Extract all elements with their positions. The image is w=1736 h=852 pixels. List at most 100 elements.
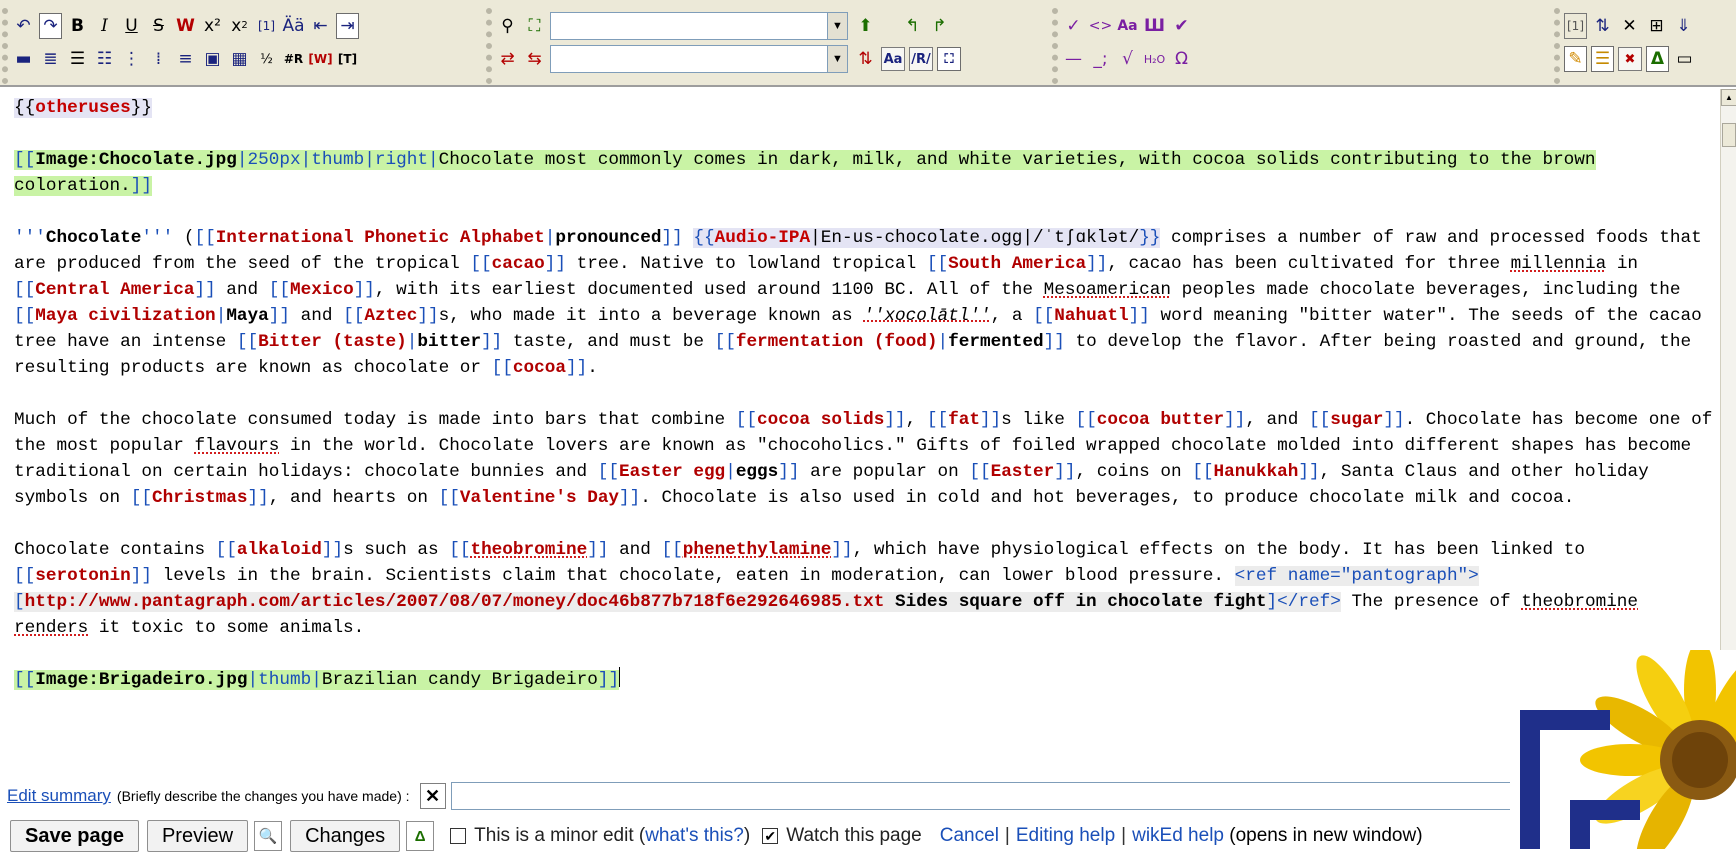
format-toolbar-group: ↶ ↷ B I U S W x² x2 [1] Ää ⇤ ⇥ ▬ ≣ ☰ ☷ ⋮… (2, 8, 480, 84)
image-icon[interactable]: ▣ (201, 46, 224, 72)
bold-icon[interactable]: B (66, 13, 89, 39)
fix-html-icon[interactable]: <> (1089, 13, 1112, 39)
wikitext-editor[interactable]: {{otheruses}} [[Image:Chocolate.jpg|250p… (6, 89, 1718, 769)
fix-chem-icon[interactable]: H₂O (1143, 46, 1166, 72)
editor-paragraph: '''Chocolate''' ([[International Phoneti… (14, 228, 1702, 378)
local-preview-icon[interactable]: 🔍 (254, 821, 283, 851)
fix-units-icon[interactable]: Ω (1170, 46, 1193, 72)
whats-this-link[interactable]: what's this? (645, 825, 744, 846)
template-icon[interactable]: [T] (336, 46, 359, 72)
wiked-help-link[interactable]: wikEd help (1132, 825, 1224, 846)
edit-summary-hint: (Briefly describe the changes you have m… (116, 788, 410, 804)
minor-edit-label: This is a minor edit (what's this?) (474, 825, 751, 846)
scroll-up-icon[interactable]: ▲ (1721, 89, 1736, 106)
jump-icon[interactable]: ↱ (928, 13, 951, 39)
edit-summary-link[interactable]: Edit summary (7, 786, 111, 806)
subscript-icon[interactable]: x2 (228, 13, 251, 39)
search-combo: ▼ (550, 12, 848, 40)
find-next-icon[interactable]: ⬆ (854, 13, 877, 39)
numbered-list-icon[interactable]: ⋮ (120, 46, 143, 72)
diff-icon[interactable]: Δ (1646, 46, 1669, 72)
fix-caps-icon[interactable]: Aa (1116, 13, 1139, 39)
search-input[interactable] (550, 12, 828, 40)
heading-down-icon[interactable]: ≣ (39, 46, 62, 72)
find-prev-icon[interactable]: ↰ (901, 13, 924, 39)
watch-page-checkbox[interactable]: ✔ (762, 828, 779, 844)
fix-punctuation-icon[interactable]: _; (1089, 46, 1112, 72)
redo-all-icon[interactable]: ⇥ (336, 13, 359, 39)
cancel-link[interactable]: Cancel (940, 825, 999, 846)
search-dropdown-icon[interactable]: ▼ (828, 12, 848, 40)
heading-icon[interactable]: ▬ (12, 46, 35, 72)
table-icon[interactable]: ▦ (228, 46, 251, 72)
fix-all-icon[interactable]: ✔ (1170, 13, 1193, 39)
replace-icon[interactable]: ⇄ (496, 46, 519, 72)
wikilink-icon[interactable]: [W] (308, 46, 332, 72)
local-diff-icon[interactable]: Δ (406, 821, 435, 851)
reference-icon[interactable]: [1] (255, 13, 278, 39)
strikethrough-icon[interactable]: S (147, 13, 170, 39)
editor-paragraph: {{otheruses}} (14, 95, 1714, 121)
editing-help-link[interactable]: Editing help (1016, 825, 1115, 846)
fraction-icon[interactable]: ½ (255, 46, 278, 72)
superscript-icon[interactable]: x² (201, 13, 224, 39)
control-toolbar-group: [1] ⇅ ✕ ⊞ ⇓ ✎ ☰ ✖ Δ ▭ (1554, 8, 1736, 84)
preview-pane-icon[interactable]: ⊞ (1645, 13, 1668, 39)
replace-next-icon[interactable]: ⇅ (854, 46, 877, 72)
italic-icon[interactable]: I (93, 13, 116, 39)
edit-summary-input[interactable] (450, 782, 1647, 810)
undo-all-icon[interactable]: ⇤ (309, 13, 332, 39)
save-buttons-row: Save page Preview 🔍 Changes Δ This is a … (0, 820, 1736, 852)
clear-icon[interactable]: ✕ (1618, 13, 1641, 39)
indent-list-icon[interactable]: ⁞ (147, 46, 170, 72)
redo-icon[interactable]: ↷ (39, 13, 62, 39)
save-page-button[interactable]: Save page (10, 820, 139, 852)
find-ahead-icon[interactable]: ⛶ (937, 47, 961, 71)
replace-input[interactable] (550, 45, 828, 73)
editor-toolbar: ↶ ↷ B I U S W x² x2 [1] Ää ⇤ ⇥ ▬ ≣ ☰ ☷ ⋮… (0, 0, 1736, 87)
show-changes-button[interactable]: Changes (290, 820, 401, 852)
fix-dashes-icon[interactable]: — (1062, 46, 1085, 72)
wiked-logo-image (1510, 650, 1736, 849)
sort-icon[interactable]: ⇅ (1591, 13, 1614, 39)
help-links: Cancel | Editing help | wikEd help (opens in… (939, 825, 1423, 846)
replace-all-icon[interactable]: ⇆ (523, 46, 546, 72)
clear-summary-icon[interactable]: ✕ (419, 783, 446, 809)
definition-list-icon[interactable]: ≡ (174, 46, 197, 72)
bullet-list-icon[interactable]: ☷ (93, 46, 116, 72)
fix-basic-icon[interactable]: ✓ (1062, 13, 1085, 39)
editor-paragraph: Chocolate contains [[alkaloid]]s such as… (14, 540, 1639, 638)
fullscreen-icon[interactable]: ▭ (1673, 46, 1696, 72)
nowiki-icon[interactable]: W (174, 13, 197, 39)
minor-edit-checkbox[interactable] (450, 828, 467, 844)
find-all-icon[interactable]: ⛶ (523, 13, 546, 39)
wiked-logo (1510, 650, 1736, 849)
case-change-icon[interactable]: Ää (282, 13, 305, 39)
text-caret (619, 667, 621, 687)
fix-math-icon[interactable]: √ (1116, 46, 1139, 72)
redirect-icon[interactable]: #R (282, 46, 305, 72)
regexp-icon[interactable]: /R/ (909, 47, 933, 71)
opens-new-window-note: (opens in new window) (1229, 825, 1423, 846)
scroll-down-icon[interactable]: ⇓ (1672, 13, 1695, 39)
case-sensitive-icon[interactable]: Aa (881, 47, 905, 71)
image-link-brigadeiro: [[Image:Brigadeiro.jpg|thumb|Brazilian c… (14, 670, 620, 690)
underline-icon[interactable]: U (120, 13, 143, 39)
fix-toolbar-group: ✓ <> Aa Ш ✔ — _; √ H₂O Ω (1052, 8, 1252, 84)
scroll-thumb[interactable] (1722, 123, 1736, 147)
fix-unicode-icon[interactable]: Ш (1143, 13, 1166, 39)
text-wrap-icon[interactable]: ☰ (1591, 46, 1614, 72)
replace-dropdown-icon[interactable]: ▼ (828, 45, 848, 73)
editor-paragraph: [[Image:Chocolate.jpg|250px|thumb|right|… (14, 147, 1714, 199)
horizontal-rule-icon[interactable]: ☰ (66, 46, 89, 72)
find-icon[interactable]: ⚲ (496, 13, 519, 39)
ref-hide-icon[interactable]: [1] (1564, 13, 1587, 39)
template-otheruses: {{otheruses}} (14, 98, 152, 118)
preview-button[interactable]: Preview (146, 820, 249, 852)
close-toolbar-icon[interactable]: ✖ (1618, 47, 1642, 71)
editor-paragraph: [[Image:Brigadeiro.jpg|thumb|Brazilian c… (14, 667, 1714, 693)
image-link-chocolate: [[Image:Chocolate.jpg|250px|thumb|right|… (14, 150, 1596, 196)
undo-icon[interactable]: ↶ (12, 13, 35, 39)
highlight-syntax-icon[interactable]: ✎ (1564, 46, 1587, 72)
replace-combo: ▼ (550, 45, 848, 73)
